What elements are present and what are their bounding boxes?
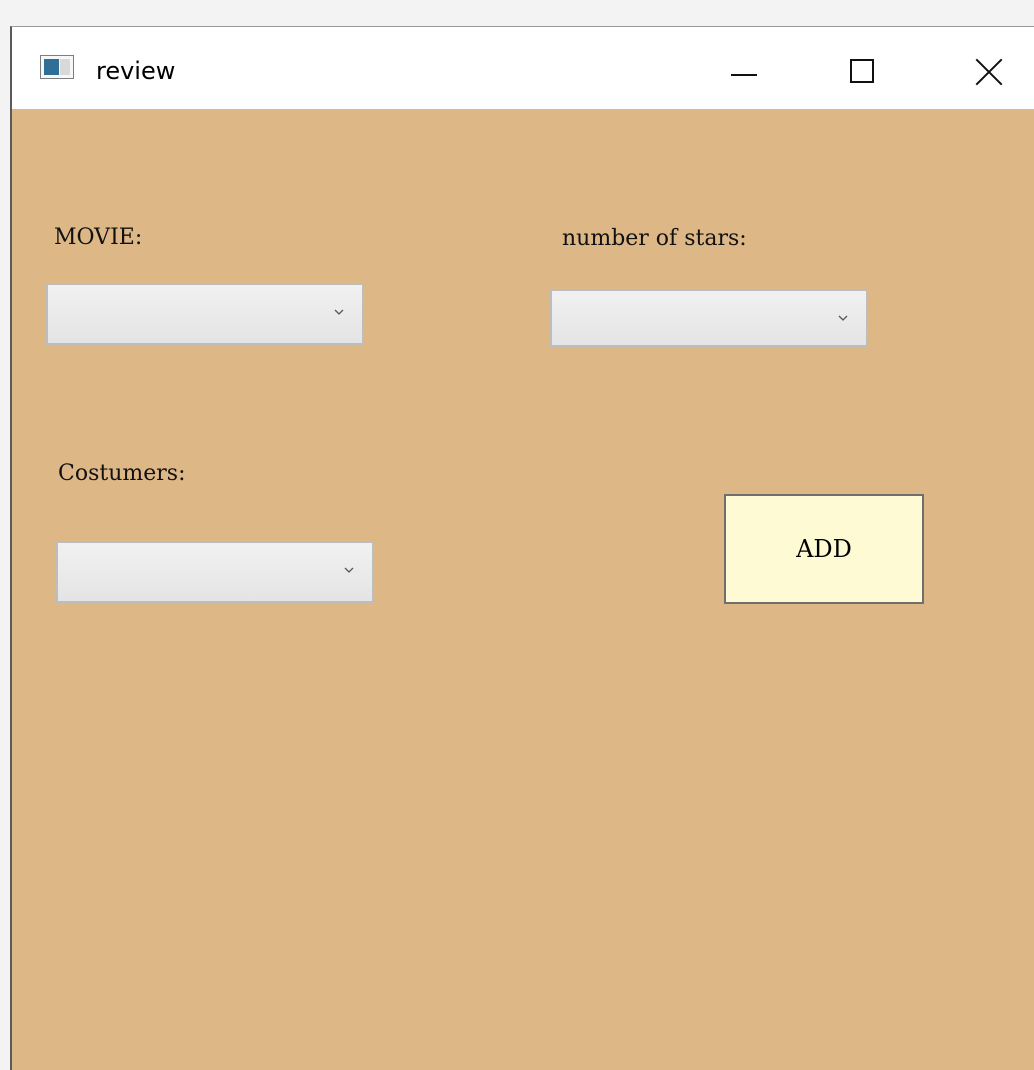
- window-title: review: [96, 57, 176, 85]
- window-icon-accent: [60, 59, 70, 75]
- minimize-button[interactable]: [718, 47, 768, 97]
- chevron-down-icon: [344, 565, 354, 575]
- stars-dropdown[interactable]: [550, 289, 868, 347]
- maximize-icon: [850, 59, 874, 83]
- chevron-down-icon: [838, 313, 848, 323]
- close-button[interactable]: [964, 47, 1014, 97]
- add-button[interactable]: ADD: [724, 494, 924, 604]
- stars-label: number of stars:: [562, 226, 747, 251]
- close-icon: [975, 58, 1003, 86]
- window-icon: [40, 55, 74, 79]
- chevron-down-icon: [334, 307, 344, 317]
- maximize-button[interactable]: [838, 47, 888, 97]
- movie-label: MOVIE:: [54, 225, 143, 250]
- customers-label: Costumers:: [58, 461, 186, 486]
- title-bar: review: [12, 27, 1034, 109]
- review-window: review MOVIE: number of stars: Costumers…: [10, 26, 1034, 1070]
- desktop-screen: review MOVIE: number of stars: Costumers…: [0, 0, 1034, 1070]
- movie-dropdown[interactable]: [46, 283, 364, 345]
- window-icon-panel: [44, 59, 59, 75]
- customers-dropdown[interactable]: [56, 541, 374, 603]
- minimize-icon: [731, 74, 757, 76]
